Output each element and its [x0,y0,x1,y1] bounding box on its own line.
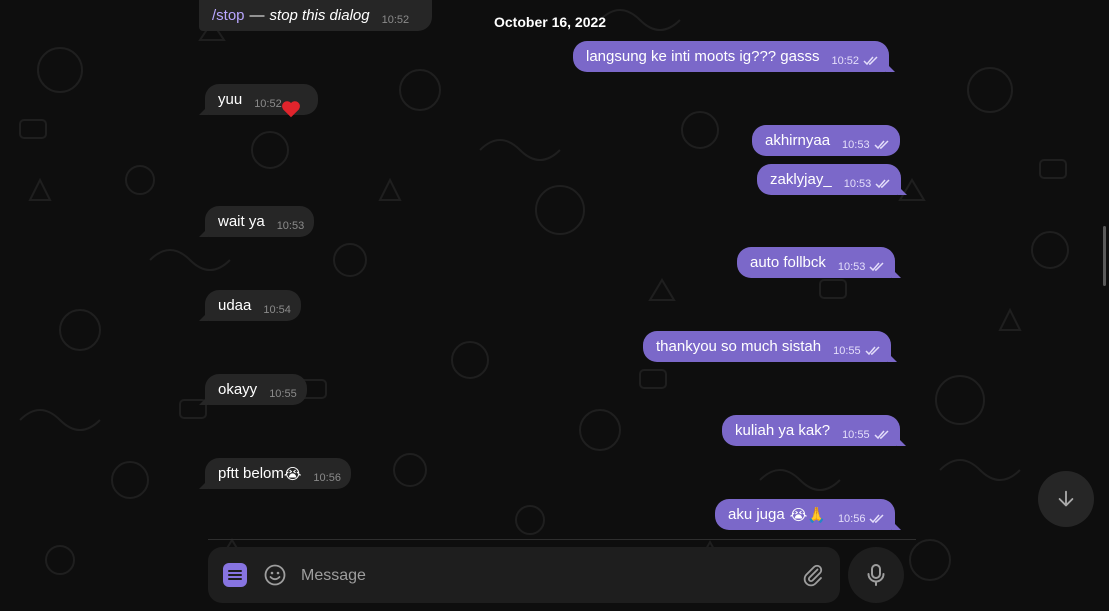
double-check-icon [874,429,890,440]
chat-scrollbar[interactable] [1103,226,1106,286]
incoming-message[interactable]: udaa 10:54 [199,290,301,321]
outgoing-message[interactable]: kuliah ya kak? 10:55 [722,415,906,446]
message-time: 10:53 [276,219,305,232]
message-time: 10:53 [837,260,866,273]
wallpaper-doodles [19,9,1069,581]
message-time: 10:56 [313,471,341,484]
message-text: auto follbck [750,254,826,271]
bot-menu-button[interactable] [223,563,247,587]
bot-command-link[interactable]: /stop [212,7,245,24]
scroll-down-button[interactable] [1038,471,1094,527]
message-time: 10:53 [842,138,870,151]
message-time: 10:56 [837,512,866,525]
voice-message-button[interactable] [848,547,904,603]
message-text: aku juga [728,506,785,523]
message-time: 10:54 [263,303,291,316]
message-emoji: 😭🙏 [789,506,826,524]
double-check-icon [869,513,885,524]
incoming-message[interactable]: pftt belom 😭 10:56 [199,458,351,489]
outgoing-message[interactable]: langsung ke inti moots ig??? gasss 10:52 [573,41,896,72]
message-time: 10:53 [843,177,872,190]
message-emoji: 😭 [283,465,302,483]
message-composer [208,547,840,603]
command-description: stop this dialog [269,7,370,24]
message-time: 10:55 [833,344,861,357]
double-check-icon [863,55,879,66]
date-separator: October 16, 2022 [494,14,607,30]
message-text: akhirnyaa [765,132,831,149]
double-check-icon [865,345,881,356]
message-input[interactable] [299,563,783,589]
microphone-icon [867,564,885,586]
message-time: 10:52 [381,13,410,26]
incoming-message[interactable]: okayy 10:55 [199,374,307,405]
message-text: pftt belom [218,465,284,482]
double-check-icon [875,178,891,189]
heart-reaction-icon[interactable] [280,98,302,120]
message-text: zaklyjay_ [770,171,832,188]
smile-icon[interactable] [263,563,287,587]
chat-wallpaper [0,0,1109,611]
message-text: kuliah ya kak? [735,422,831,439]
message-text: wait ya [218,213,265,230]
outgoing-message[interactable]: aku juga 😭🙏 10:56 [715,499,902,530]
outgoing-message[interactable]: thankyou so much sistah 10:55 [643,331,897,362]
message-text: okayy [218,381,258,398]
arrow-down-icon [1058,490,1074,507]
message-time: 10:55 [269,387,297,400]
command-separator: — [249,7,265,24]
composer-divider [208,539,916,540]
double-check-icon [874,139,890,150]
message-time: 10:52 [831,54,860,67]
bot-command-message: /stop — stop this dialog 10:52 [199,0,432,31]
outgoing-message[interactable]: auto follbck 10:53 [737,247,902,278]
message-text: langsung ke inti moots ig??? gasss [586,48,820,65]
double-check-icon [869,261,885,272]
message-text: udaa [218,297,252,314]
paperclip-icon[interactable] [801,563,825,587]
message-time: 10:55 [842,428,870,441]
message-text: thankyou so much sistah [656,338,822,355]
message-time: 10:52 [254,97,282,110]
menu-icon [228,570,242,580]
outgoing-message[interactable]: akhirnyaa 10:53 [752,125,900,156]
message-text: yuu [218,91,243,108]
outgoing-message[interactable]: zaklyjay_ 10:53 [757,164,908,195]
incoming-message[interactable]: wait ya 10:53 [198,206,315,237]
